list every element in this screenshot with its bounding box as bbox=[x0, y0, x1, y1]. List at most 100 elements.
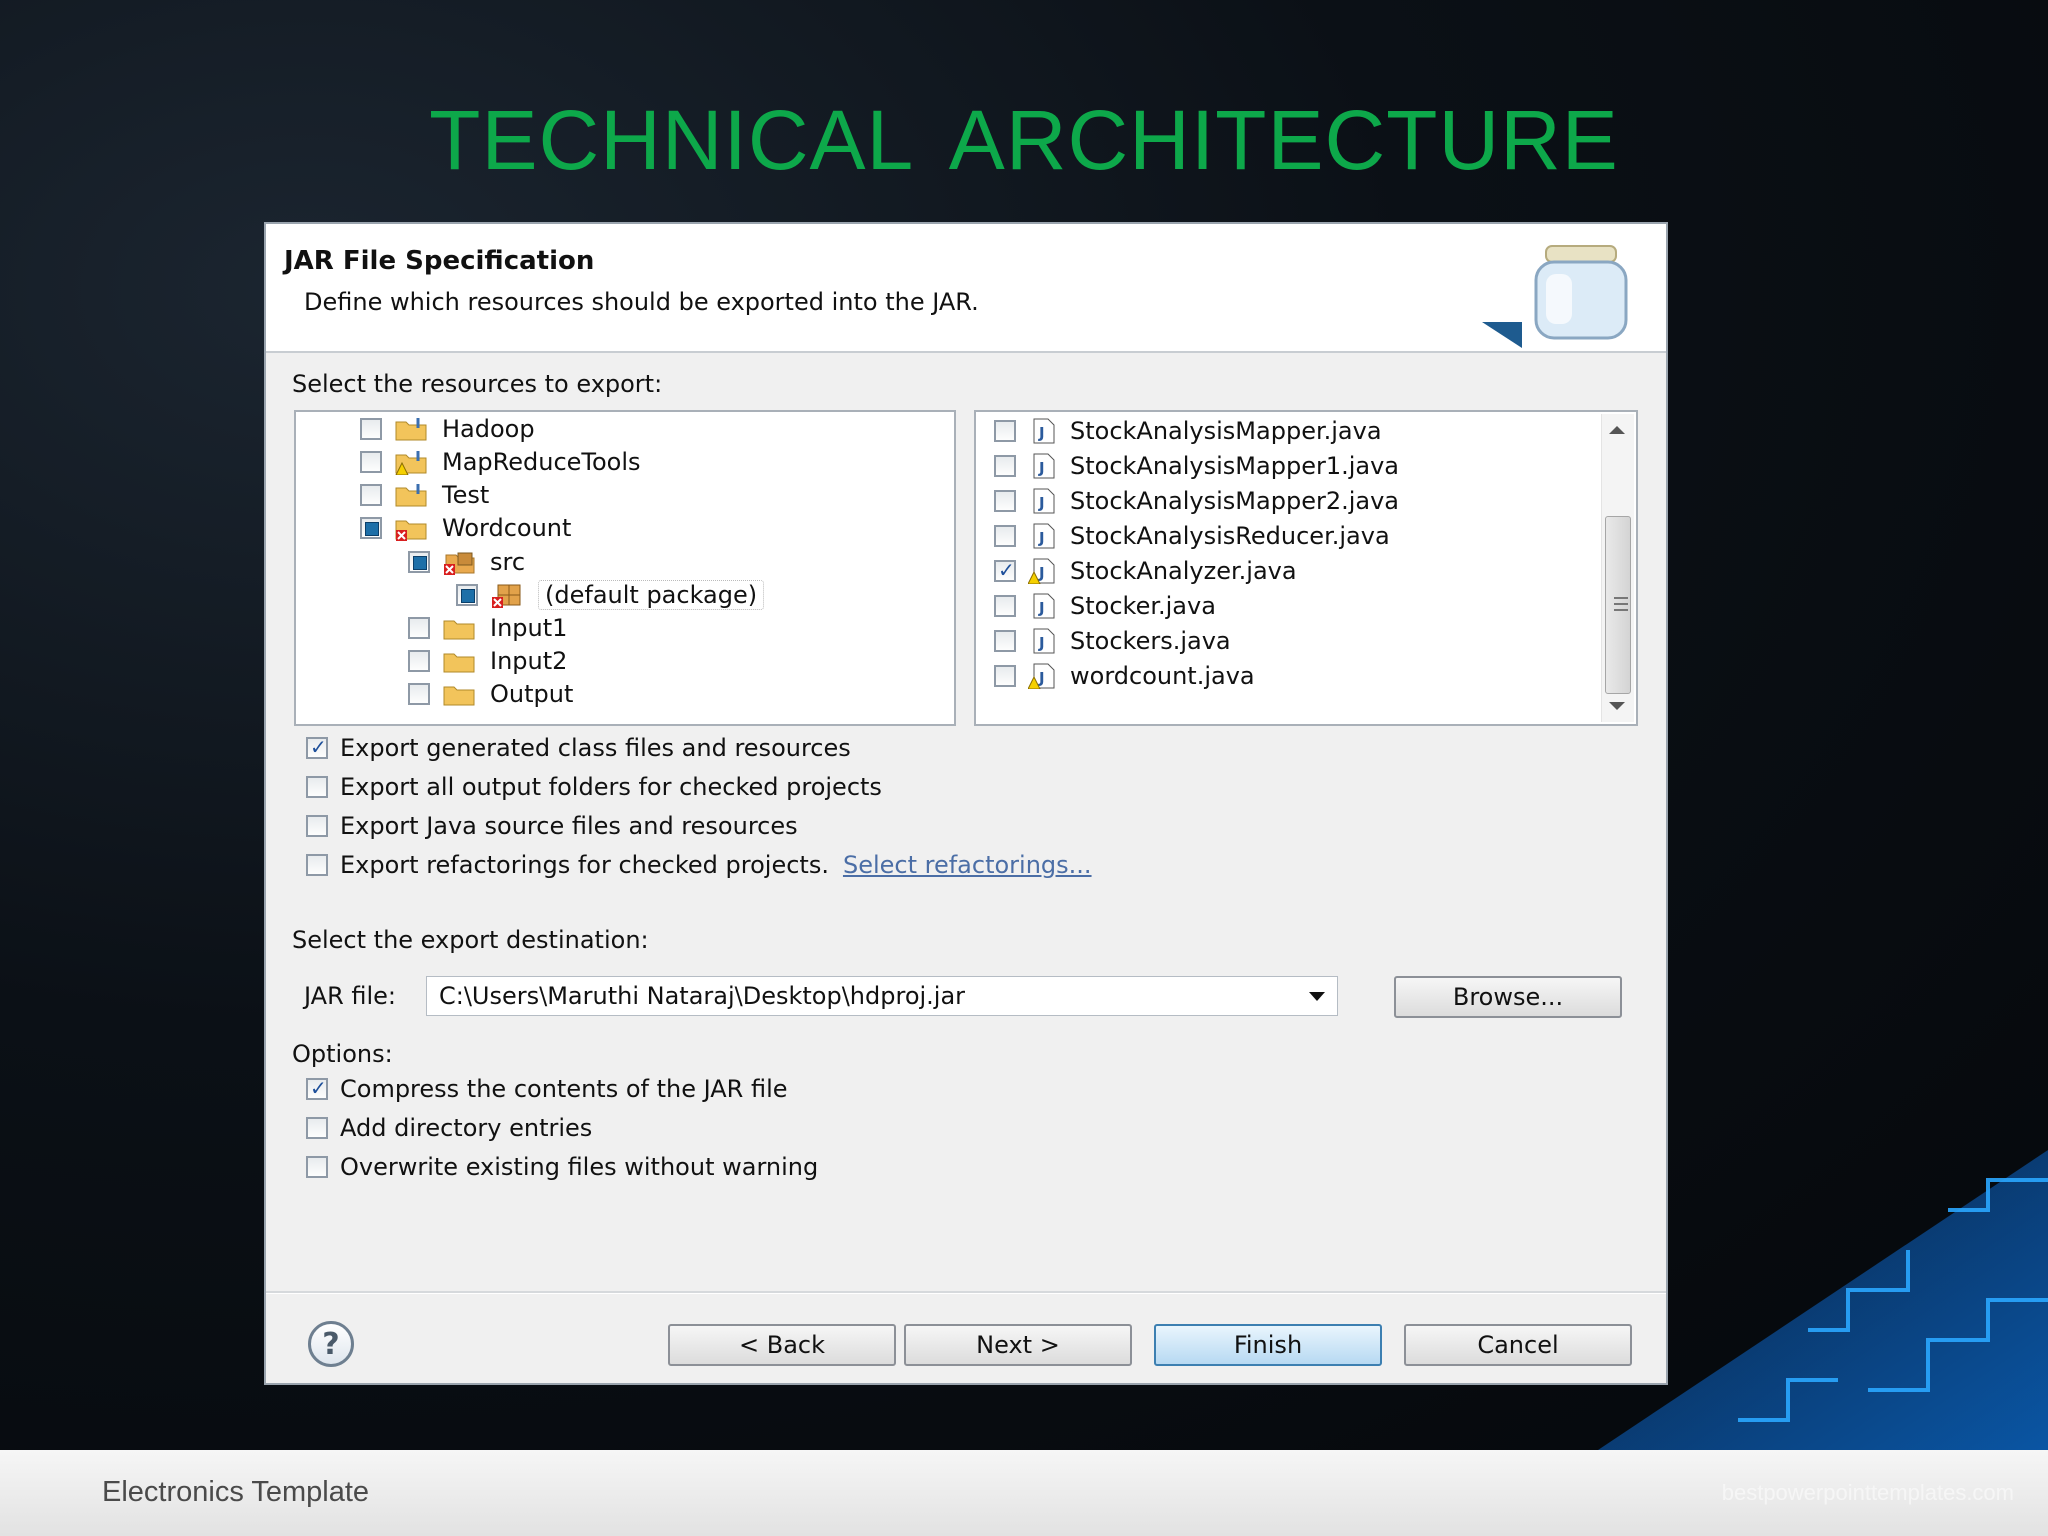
compress-option[interactable]: Compress the contents of the JAR file bbox=[306, 1075, 788, 1103]
list-item[interactable]: J Stocker.java bbox=[994, 591, 1216, 621]
tree-item-wordcount[interactable]: Wordcount bbox=[360, 513, 571, 543]
java-file-icon: J bbox=[1033, 628, 1055, 654]
option-checkbox[interactable] bbox=[306, 1156, 328, 1178]
svg-text:J: J bbox=[1038, 599, 1045, 617]
resource-tree[interactable]: Hadoop MapReduceTools Test Wordcount src… bbox=[294, 410, 956, 726]
option-checkbox[interactable] bbox=[306, 815, 328, 837]
scroll-up-icon[interactable] bbox=[1609, 426, 1625, 434]
option-checkbox[interactable] bbox=[306, 1117, 328, 1139]
tree-item-input1[interactable]: Input1 bbox=[408, 613, 567, 643]
tree-item-label: Input2 bbox=[490, 647, 568, 675]
footer-url: bestpowerpointtemplates.com bbox=[1721, 1480, 2014, 1505]
tree-item-label: Test bbox=[442, 481, 490, 509]
browse-button[interactable]: Browse... bbox=[1394, 976, 1622, 1018]
option-label: Export all output folders for checked pr… bbox=[340, 773, 882, 801]
resources-label: Select the resources to export: bbox=[292, 370, 663, 398]
file-checkbox[interactable] bbox=[994, 490, 1016, 512]
scroll-down-icon[interactable] bbox=[1609, 702, 1625, 710]
list-item[interactable]: J wordcount.java bbox=[994, 661, 1255, 691]
tree-item-label: (default package) bbox=[538, 580, 765, 610]
tree-checkbox[interactable] bbox=[408, 617, 430, 639]
tree-item-src[interactable]: src bbox=[408, 547, 525, 577]
tree-item-label: Output bbox=[490, 680, 574, 708]
tree-item-label: Wordcount bbox=[442, 514, 572, 542]
java-file-warning-icon: J bbox=[1028, 663, 1055, 689]
java-file-icon: J bbox=[1033, 593, 1055, 619]
export-source-files-option[interactable]: Export Java source files and resources bbox=[306, 812, 798, 840]
file-checkbox[interactable] bbox=[994, 595, 1016, 617]
list-item[interactable]: J Stockers.java bbox=[994, 626, 1231, 656]
grip-line bbox=[1614, 603, 1628, 605]
file-label: Stocker.java bbox=[1070, 592, 1216, 620]
option-checkbox[interactable] bbox=[306, 735, 328, 759]
jar-file-combo[interactable]: C:\Users\Maruthi Nataraj\Desktop\hdproj.… bbox=[426, 976, 1338, 1016]
help-icon[interactable]: ? bbox=[308, 1321, 354, 1367]
overwrite-option[interactable]: Overwrite existing files without warning bbox=[306, 1153, 818, 1181]
option-label: Compress the contents of the JAR file bbox=[340, 1075, 788, 1103]
java-file-icon: J bbox=[1033, 488, 1055, 514]
package-error-icon bbox=[492, 584, 521, 608]
tree-checkbox[interactable] bbox=[360, 418, 382, 440]
java-file-icon: J bbox=[1033, 523, 1055, 549]
next-button[interactable]: Next > bbox=[904, 1324, 1132, 1366]
chevron-down-icon[interactable] bbox=[1309, 992, 1325, 1001]
tree-item-default-package[interactable]: (default package) bbox=[456, 580, 765, 610]
dialog-header: JAR File Specification Define which reso… bbox=[266, 224, 1666, 353]
vertical-scrollbar[interactable] bbox=[1601, 414, 1634, 722]
jar-file-path: C:\Users\Maruthi Nataraj\Desktop\hdproj.… bbox=[439, 982, 966, 1010]
tree-item-test[interactable]: Test bbox=[360, 480, 489, 510]
cancel-button[interactable]: Cancel bbox=[1404, 1324, 1632, 1366]
tree-checkbox[interactable] bbox=[360, 451, 382, 473]
finish-button[interactable]: Finish bbox=[1154, 1324, 1382, 1366]
dialog-description: Define which resources should be exporte… bbox=[304, 288, 979, 316]
project-folder-icon bbox=[395, 484, 427, 507]
back-button[interactable]: < Back bbox=[668, 1324, 896, 1366]
add-directory-entries-option[interactable]: Add directory entries bbox=[306, 1114, 592, 1142]
tree-checkbox[interactable] bbox=[408, 650, 430, 672]
list-item[interactable]: J StockAnalysisReducer.java bbox=[994, 521, 1390, 551]
file-checkbox[interactable] bbox=[994, 665, 1016, 687]
slide-footer: Electronics Template bestpowerpointtempl… bbox=[0, 1450, 2048, 1536]
svg-text:J: J bbox=[1038, 634, 1045, 652]
export-output-folders-option[interactable]: Export all output folders for checked pr… bbox=[306, 773, 882, 801]
export-class-files-option[interactable]: Export generated class files and resourc… bbox=[306, 734, 851, 762]
file-checkbox[interactable] bbox=[994, 455, 1016, 477]
option-checkbox[interactable] bbox=[306, 1076, 328, 1100]
file-label: StockAnalyzer.java bbox=[1070, 557, 1297, 585]
file-label: StockAnalysisMapper1.java bbox=[1070, 452, 1400, 480]
select-refactorings-link[interactable]: Select refactorings... bbox=[843, 851, 1092, 879]
tree-checkbox[interactable] bbox=[360, 517, 382, 539]
svg-text:J: J bbox=[1038, 459, 1045, 477]
file-list[interactable]: J StockAnalysisMapper.java J StockAnalys… bbox=[974, 410, 1638, 726]
file-checkbox[interactable] bbox=[994, 630, 1016, 652]
export-refactorings-option[interactable]: Export refactorings for checked projects… bbox=[306, 851, 1092, 879]
scroll-thumb[interactable] bbox=[1605, 516, 1631, 694]
svg-text:J: J bbox=[1038, 424, 1045, 442]
tree-checkbox[interactable] bbox=[408, 683, 430, 705]
options-label: Options: bbox=[292, 1040, 393, 1068]
tree-checkbox[interactable] bbox=[408, 551, 430, 573]
option-checkbox[interactable] bbox=[306, 776, 328, 798]
tree-item-hadoop[interactable]: Hadoop bbox=[360, 414, 535, 444]
list-item[interactable]: J StockAnalyzer.java bbox=[994, 556, 1297, 586]
list-item[interactable]: J StockAnalysisMapper2.java bbox=[994, 486, 1399, 516]
folder-icon bbox=[443, 686, 475, 706]
jar-file-label: JAR file: bbox=[304, 982, 397, 1010]
option-checkbox[interactable] bbox=[306, 854, 328, 876]
tree-item-mapreducetools[interactable]: MapReduceTools bbox=[360, 447, 641, 477]
svg-text:J: J bbox=[1038, 564, 1045, 582]
tree-checkbox[interactable] bbox=[360, 484, 382, 506]
file-checkbox[interactable] bbox=[994, 420, 1016, 442]
tree-item-label: Input1 bbox=[490, 614, 568, 642]
file-checkbox[interactable] bbox=[994, 558, 1016, 582]
svg-text:J: J bbox=[1038, 669, 1045, 687]
jar-icon bbox=[1482, 245, 1628, 348]
tree-item-input2[interactable]: Input2 bbox=[408, 646, 567, 676]
file-checkbox[interactable] bbox=[994, 525, 1016, 547]
tree-checkbox[interactable] bbox=[456, 584, 478, 606]
list-item[interactable]: J StockAnalysisMapper.java bbox=[994, 416, 1382, 446]
java-file-warning-icon: J bbox=[1028, 558, 1055, 584]
java-file-icon: J bbox=[1033, 453, 1055, 479]
tree-item-output[interactable]: Output bbox=[408, 679, 573, 709]
list-item[interactable]: J StockAnalysisMapper1.java bbox=[994, 451, 1399, 481]
